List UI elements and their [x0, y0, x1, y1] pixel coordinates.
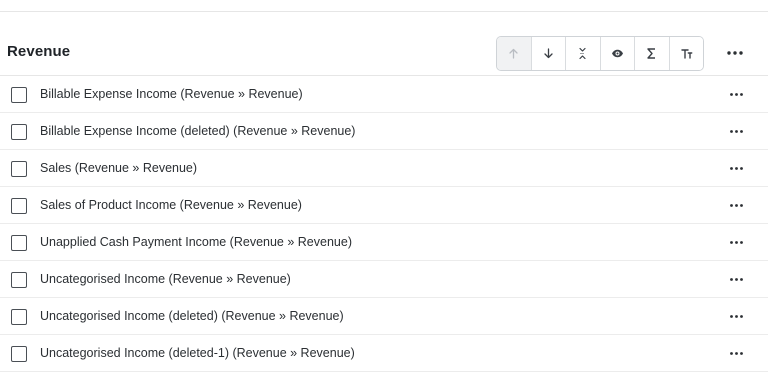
- section-title: Revenue: [7, 43, 71, 60]
- more-horizontal-icon: [729, 92, 743, 96]
- list-item: Uncategorised Income (deleted) (Revenue …: [0, 298, 768, 335]
- row-checkbox[interactable]: [11, 87, 27, 103]
- row-label: Uncategorised Income (deleted-1) (Revenu…: [40, 346, 355, 360]
- more-horizontal-icon: [727, 51, 743, 55]
- more-horizontal-icon: [729, 314, 743, 318]
- list-item: Uncategorised Income (deleted-1) (Revenu…: [0, 335, 768, 372]
- more-horizontal-icon: [729, 166, 743, 170]
- text-size-button[interactable]: [669, 37, 703, 70]
- list-item: Unapplied Cash Payment Income (Revenue »…: [0, 224, 768, 261]
- row-label: Unapplied Cash Payment Income (Revenue »…: [40, 235, 352, 249]
- section-header: Revenue: [0, 36, 768, 71]
- visibility-button[interactable]: [600, 37, 635, 70]
- list-item: Sales (Revenue » Revenue): [0, 150, 768, 187]
- sort-ascending-button[interactable]: [497, 37, 532, 70]
- top-divider: [0, 11, 768, 12]
- more-horizontal-icon: [729, 240, 743, 244]
- more-horizontal-icon: [729, 351, 743, 355]
- account-list: Billable Expense Income (Revenue » Reven…: [0, 76, 768, 372]
- row-more-button[interactable]: [724, 344, 748, 362]
- row-label: Uncategorised Income (Revenue » Revenue): [40, 272, 291, 286]
- row-checkbox[interactable]: [11, 198, 27, 214]
- list-item: Uncategorised Income (Revenue » Revenue): [0, 261, 768, 298]
- eye-icon: [611, 49, 623, 58]
- summation-button[interactable]: [635, 37, 670, 70]
- row-more-button[interactable]: [724, 159, 748, 177]
- row-checkbox[interactable]: [11, 346, 27, 362]
- arrow-down-icon: [544, 48, 553, 59]
- row-label: Billable Expense Income (deleted) (Reven…: [40, 124, 356, 138]
- collapse-icon: [579, 47, 586, 60]
- row-more-button[interactable]: [724, 307, 748, 325]
- row-more-button[interactable]: [724, 196, 748, 214]
- more-horizontal-icon: [729, 277, 743, 281]
- header-more-button[interactable]: [723, 44, 747, 62]
- row-more-button[interactable]: [724, 85, 748, 103]
- sigma-icon: [647, 48, 656, 59]
- row-checkbox[interactable]: [11, 309, 27, 325]
- more-horizontal-icon: [729, 203, 743, 207]
- row-checkbox[interactable]: [11, 272, 27, 288]
- list-item: Billable Expense Income (deleted) (Reven…: [0, 113, 768, 150]
- collapse-button[interactable]: [566, 37, 601, 70]
- toolbar: [496, 36, 704, 71]
- list-item: Sales of Product Income (Revenue » Reven…: [0, 187, 768, 224]
- row-checkbox[interactable]: [11, 161, 27, 177]
- row-label: Uncategorised Income (deleted) (Revenue …: [40, 309, 344, 323]
- text-size-icon: [681, 49, 693, 59]
- row-more-button[interactable]: [724, 270, 748, 288]
- arrow-up-icon: [509, 48, 518, 59]
- row-checkbox[interactable]: [11, 124, 27, 140]
- row-label: Billable Expense Income (Revenue » Reven…: [40, 87, 303, 101]
- row-more-button[interactable]: [724, 122, 748, 140]
- row-label: Sales of Product Income (Revenue » Reven…: [40, 198, 302, 212]
- row-label: Sales (Revenue » Revenue): [40, 161, 198, 175]
- sort-descending-button[interactable]: [531, 37, 566, 70]
- list-item: Billable Expense Income (Revenue » Reven…: [0, 76, 768, 113]
- row-more-button[interactable]: [724, 233, 748, 251]
- row-checkbox[interactable]: [11, 235, 27, 251]
- more-horizontal-icon: [729, 129, 743, 133]
